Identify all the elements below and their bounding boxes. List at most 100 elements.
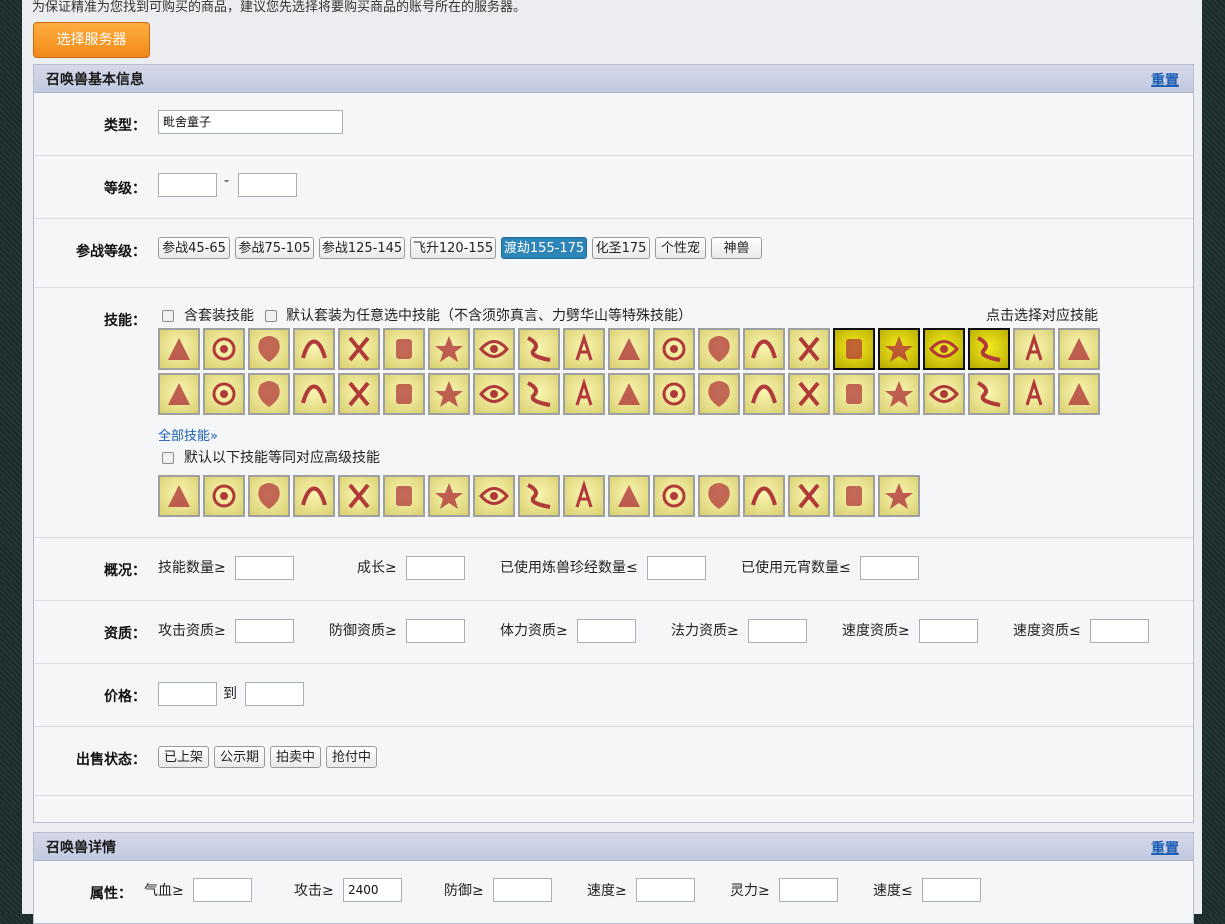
skill-icon[interactable] [338,373,380,415]
used-yuanxiao-input[interactable] [860,556,919,580]
skill-icon[interactable] [338,475,380,517]
skill-icon[interactable] [203,328,245,370]
skill-icon[interactable] [1013,328,1055,370]
skill-icon[interactable] [833,373,875,415]
skill-icon[interactable] [518,328,560,370]
price-max-input[interactable] [245,682,304,706]
hp-aptitude-input[interactable] [577,619,636,643]
skill-icon[interactable] [473,328,515,370]
skill-icon[interactable] [293,475,335,517]
skill-icon[interactable] [608,328,650,370]
skill-icon[interactable] [1058,328,1100,370]
magic-aptitude-input[interactable] [748,619,807,643]
defense-input[interactable] [493,878,552,902]
skill-icon[interactable] [968,328,1010,370]
battle-level-option[interactable]: 神兽 [711,237,762,259]
skill-icon[interactable] [653,475,695,517]
skill-icon[interactable] [878,373,920,415]
skill-icon[interactable] [698,475,740,517]
skill-icon[interactable] [428,328,470,370]
skill-icon[interactable] [473,373,515,415]
skill-icon[interactable] [158,373,200,415]
level-max-input[interactable] [238,173,297,197]
skill-icon[interactable] [833,475,875,517]
type-input[interactable]: 毗舍童子 [158,110,343,134]
skill-icon[interactable] [383,475,425,517]
skill-icon[interactable] [248,475,290,517]
skill-icon[interactable] [383,328,425,370]
select-server-button[interactable]: 选择服务器 [33,22,150,58]
reset-link[interactable]: 重置 [1151,70,1179,90]
level-min-input[interactable] [158,173,217,197]
attack-aptitude-input[interactable] [235,619,294,643]
battle-level-option[interactable]: 化圣175 [592,237,650,259]
skill-icon[interactable] [158,475,200,517]
skill-icon[interactable] [518,373,560,415]
attack-input[interactable]: 2400 [343,878,402,902]
battle-level-option[interactable]: 参战45-65 [158,237,230,259]
skill-icon[interactable] [698,328,740,370]
skill-icon[interactable] [1058,373,1100,415]
skill-icon[interactable] [788,328,830,370]
sale-status-option[interactable]: 已上架 [158,746,209,768]
used-jingjing-input[interactable] [647,556,706,580]
battle-level-option[interactable]: 飞升120-155 [410,237,496,259]
skill-icon[interactable] [833,328,875,370]
default-suit-checkbox[interactable] [265,310,277,322]
skill-icon[interactable] [383,373,425,415]
battle-level-option[interactable]: 参战125-145 [319,237,405,259]
skill-icon[interactable] [743,328,785,370]
skill-icon[interactable] [923,373,965,415]
skill-icon[interactable] [788,373,830,415]
all-skills-link[interactable]: 全部技能» [158,425,218,444]
skill-icon[interactable] [608,475,650,517]
reset-link[interactable]: 重置 [1151,838,1179,858]
battle-level-option[interactable]: 参战75-105 [235,237,314,259]
skill-icon[interactable] [653,373,695,415]
skill-icon[interactable] [518,475,560,517]
skill-count-input[interactable] [235,556,294,580]
spirit-input[interactable] [779,878,838,902]
skill-icon[interactable] [293,328,335,370]
type-label: 类型： [104,118,146,134]
skill-icon[interactable] [878,475,920,517]
speed-aptitude-max-input[interactable] [1090,619,1149,643]
skill-icon[interactable] [158,328,200,370]
include-suit-checkbox[interactable] [162,310,174,322]
equivalent-checkbox[interactable] [162,452,174,464]
price-min-input[interactable] [158,682,217,706]
skill-icon[interactable] [743,373,785,415]
skill-icon[interactable] [923,328,965,370]
skill-icon[interactable] [428,373,470,415]
speed-max-input[interactable] [922,878,981,902]
skill-icon[interactable] [743,475,785,517]
skill-icon[interactable] [1013,373,1055,415]
growth-input[interactable] [406,556,465,580]
skill-icon[interactable] [878,328,920,370]
skill-icon[interactable] [248,373,290,415]
skill-icon[interactable] [653,328,695,370]
skill-icon[interactable] [203,373,245,415]
skill-icon[interactable] [473,475,515,517]
skill-icon[interactable] [563,328,605,370]
sale-status-option[interactable]: 拍卖中 [270,746,321,768]
skill-icon[interactable] [608,373,650,415]
skill-icon[interactable] [293,373,335,415]
skill-icon[interactable] [563,373,605,415]
battle-level-option[interactable]: 个性宠 [655,237,706,259]
skill-icon[interactable] [563,475,605,517]
skill-icon[interactable] [968,373,1010,415]
speed-aptitude-min-input[interactable] [919,619,978,643]
skill-icon[interactable] [203,475,245,517]
skill-icon[interactable] [338,328,380,370]
defense-aptitude-input[interactable] [406,619,465,643]
speed-min-input[interactable] [636,878,695,902]
sale-status-option[interactable]: 抢付中 [326,746,377,768]
skill-icon[interactable] [698,373,740,415]
skill-icon[interactable] [788,475,830,517]
skill-icon[interactable] [248,328,290,370]
sale-status-option[interactable]: 公示期 [214,746,265,768]
battle-level-option-active[interactable]: 渡劫155-175 [501,237,587,259]
hp-input[interactable] [193,878,252,902]
skill-icon[interactable] [428,475,470,517]
